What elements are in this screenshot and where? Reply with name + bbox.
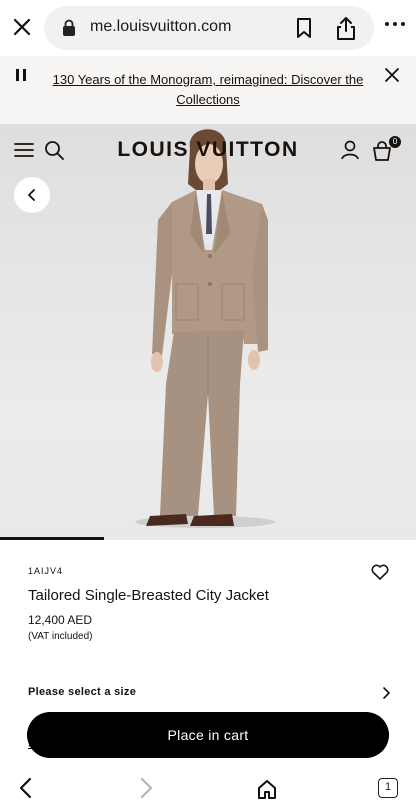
place-in-cart-button[interactable]: Place in cart (27, 712, 389, 758)
announcement-banner: 130 Years of the Monogram, reimagined: D… (0, 56, 416, 124)
account-icon[interactable] (340, 140, 360, 160)
chevron-right-icon (383, 687, 390, 699)
banner-link[interactable]: 130 Years of the Monogram, reimagined: D… (40, 70, 376, 110)
close-banner-icon[interactable] (384, 67, 400, 83)
search-icon[interactable] (44, 140, 64, 160)
more-options-icon[interactable] (384, 19, 406, 29)
close-icon[interactable] (10, 15, 34, 39)
product-price: 12,400 AED (28, 613, 93, 627)
browser-back-icon[interactable] (18, 777, 34, 799)
gallery-progress-bar (0, 537, 104, 540)
address-bar[interactable]: me.louisvuitton.com (44, 6, 374, 50)
share-icon[interactable] (334, 15, 358, 41)
browser-toolbar: 1 (0, 764, 416, 800)
product-sku: 1AIJV4 (28, 566, 64, 576)
size-selector[interactable]: Please select a size (28, 684, 396, 704)
product-gallery[interactable]: LOUIS VUITTON 0 (0, 124, 416, 540)
browser-forward-icon[interactable] (138, 777, 154, 799)
heart-icon[interactable] (371, 564, 389, 580)
bookmark-icon[interactable] (294, 17, 314, 39)
vat-note: (VAT included) (28, 631, 93, 642)
product-name: Tailored Single-Breasted City Jacket (28, 587, 269, 604)
tabs-button[interactable]: 1 (378, 778, 398, 798)
url-text: me.louisvuitton.com (90, 18, 232, 35)
product-image (135, 129, 275, 528)
menu-icon[interactable] (14, 142, 34, 158)
lock-icon (63, 19, 75, 36)
chevron-left-icon (28, 189, 35, 201)
browser-top-bar: me.louisvuitton.com (0, 0, 416, 56)
brand-logo[interactable]: LOUIS VUITTON (108, 138, 308, 162)
back-button[interactable] (14, 177, 50, 213)
size-prompt: Please select a size (28, 686, 137, 698)
home-icon[interactable] (256, 778, 278, 800)
bag-count-badge: 0 (389, 136, 401, 148)
pause-icon[interactable] (14, 68, 28, 82)
